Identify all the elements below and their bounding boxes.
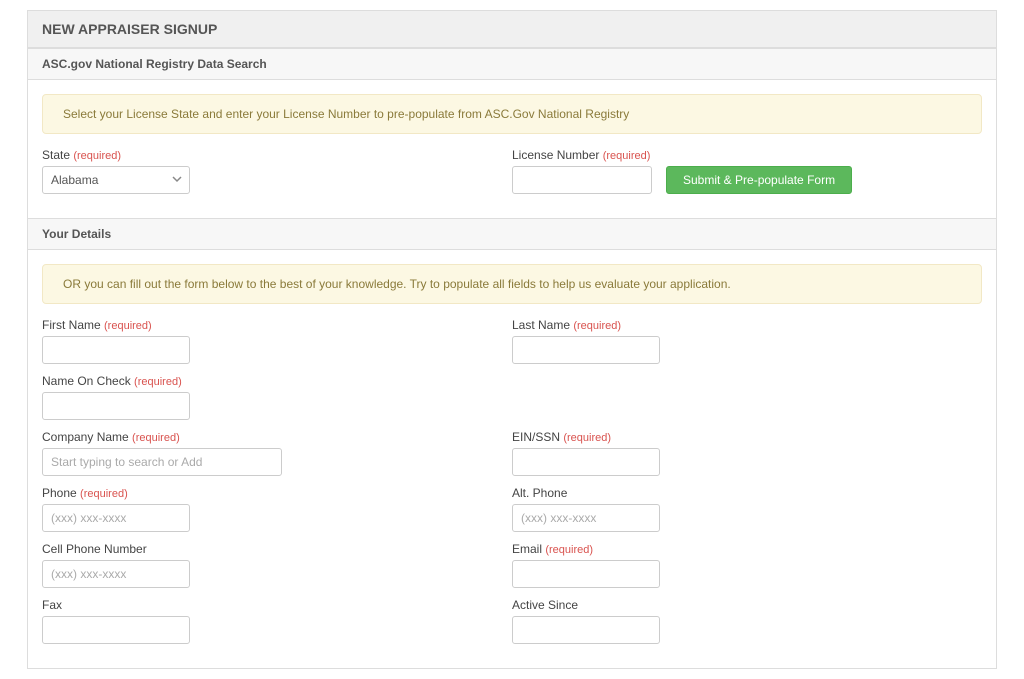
required-tag: (required): [80, 488, 128, 500]
required-tag: (required): [573, 320, 621, 332]
company-name-input[interactable]: [42, 448, 282, 476]
active-since-label: Active Since: [512, 598, 962, 612]
name-on-check-input[interactable]: [42, 392, 190, 420]
required-tag: (required): [104, 320, 152, 332]
alt-phone-label: Alt. Phone: [512, 486, 962, 500]
alert-details-instructions: OR you can fill out the form below to th…: [42, 264, 982, 304]
alert-registry-instructions: Select your License State and enter your…: [42, 94, 982, 134]
cell-phone-input[interactable]: [42, 560, 190, 588]
submit-prepopulate-button[interactable]: Submit & Pre-populate Form: [666, 166, 852, 194]
required-tag: (required): [545, 544, 593, 556]
cell-phone-label: Cell Phone Number: [42, 542, 492, 556]
first-name-label: First Name (required): [42, 318, 492, 332]
first-name-input[interactable]: [42, 336, 190, 364]
details-section-body: OR you can fill out the form below to th…: [28, 250, 996, 668]
license-number-label: License Number (required): [512, 148, 962, 162]
fax-input[interactable]: [42, 616, 190, 644]
name-on-check-label: Name On Check (required): [42, 374, 492, 388]
state-label: State (required): [42, 148, 492, 162]
fax-label: Fax: [42, 598, 492, 612]
page-title: NEW APPRAISER SIGNUP: [28, 11, 996, 48]
required-tag: (required): [134, 376, 182, 388]
email-input[interactable]: [512, 560, 660, 588]
company-name-label: Company Name (required): [42, 430, 492, 444]
email-label: Email (required): [512, 542, 962, 556]
last-name-label: Last Name (required): [512, 318, 962, 332]
phone-label: Phone (required): [42, 486, 492, 500]
registry-section-body: Select your License State and enter your…: [28, 80, 996, 218]
state-select[interactable]: Alabama: [42, 166, 190, 194]
alt-phone-input[interactable]: [512, 504, 660, 532]
section-header-registry: ASC.gov National Registry Data Search: [28, 48, 996, 80]
ein-ssn-input[interactable]: [512, 448, 660, 476]
license-number-input[interactable]: [512, 166, 652, 194]
section-header-details: Your Details: [28, 218, 996, 250]
required-tag: (required): [73, 150, 121, 162]
active-since-input[interactable]: [512, 616, 660, 644]
last-name-input[interactable]: [512, 336, 660, 364]
signup-form-panel: NEW APPRAISER SIGNUP ASC.gov National Re…: [27, 10, 997, 669]
required-tag: (required): [603, 150, 651, 162]
required-tag: (required): [132, 432, 180, 444]
required-tag: (required): [563, 432, 611, 444]
phone-input[interactable]: [42, 504, 190, 532]
ein-ssn-label: EIN/SSN (required): [512, 430, 962, 444]
